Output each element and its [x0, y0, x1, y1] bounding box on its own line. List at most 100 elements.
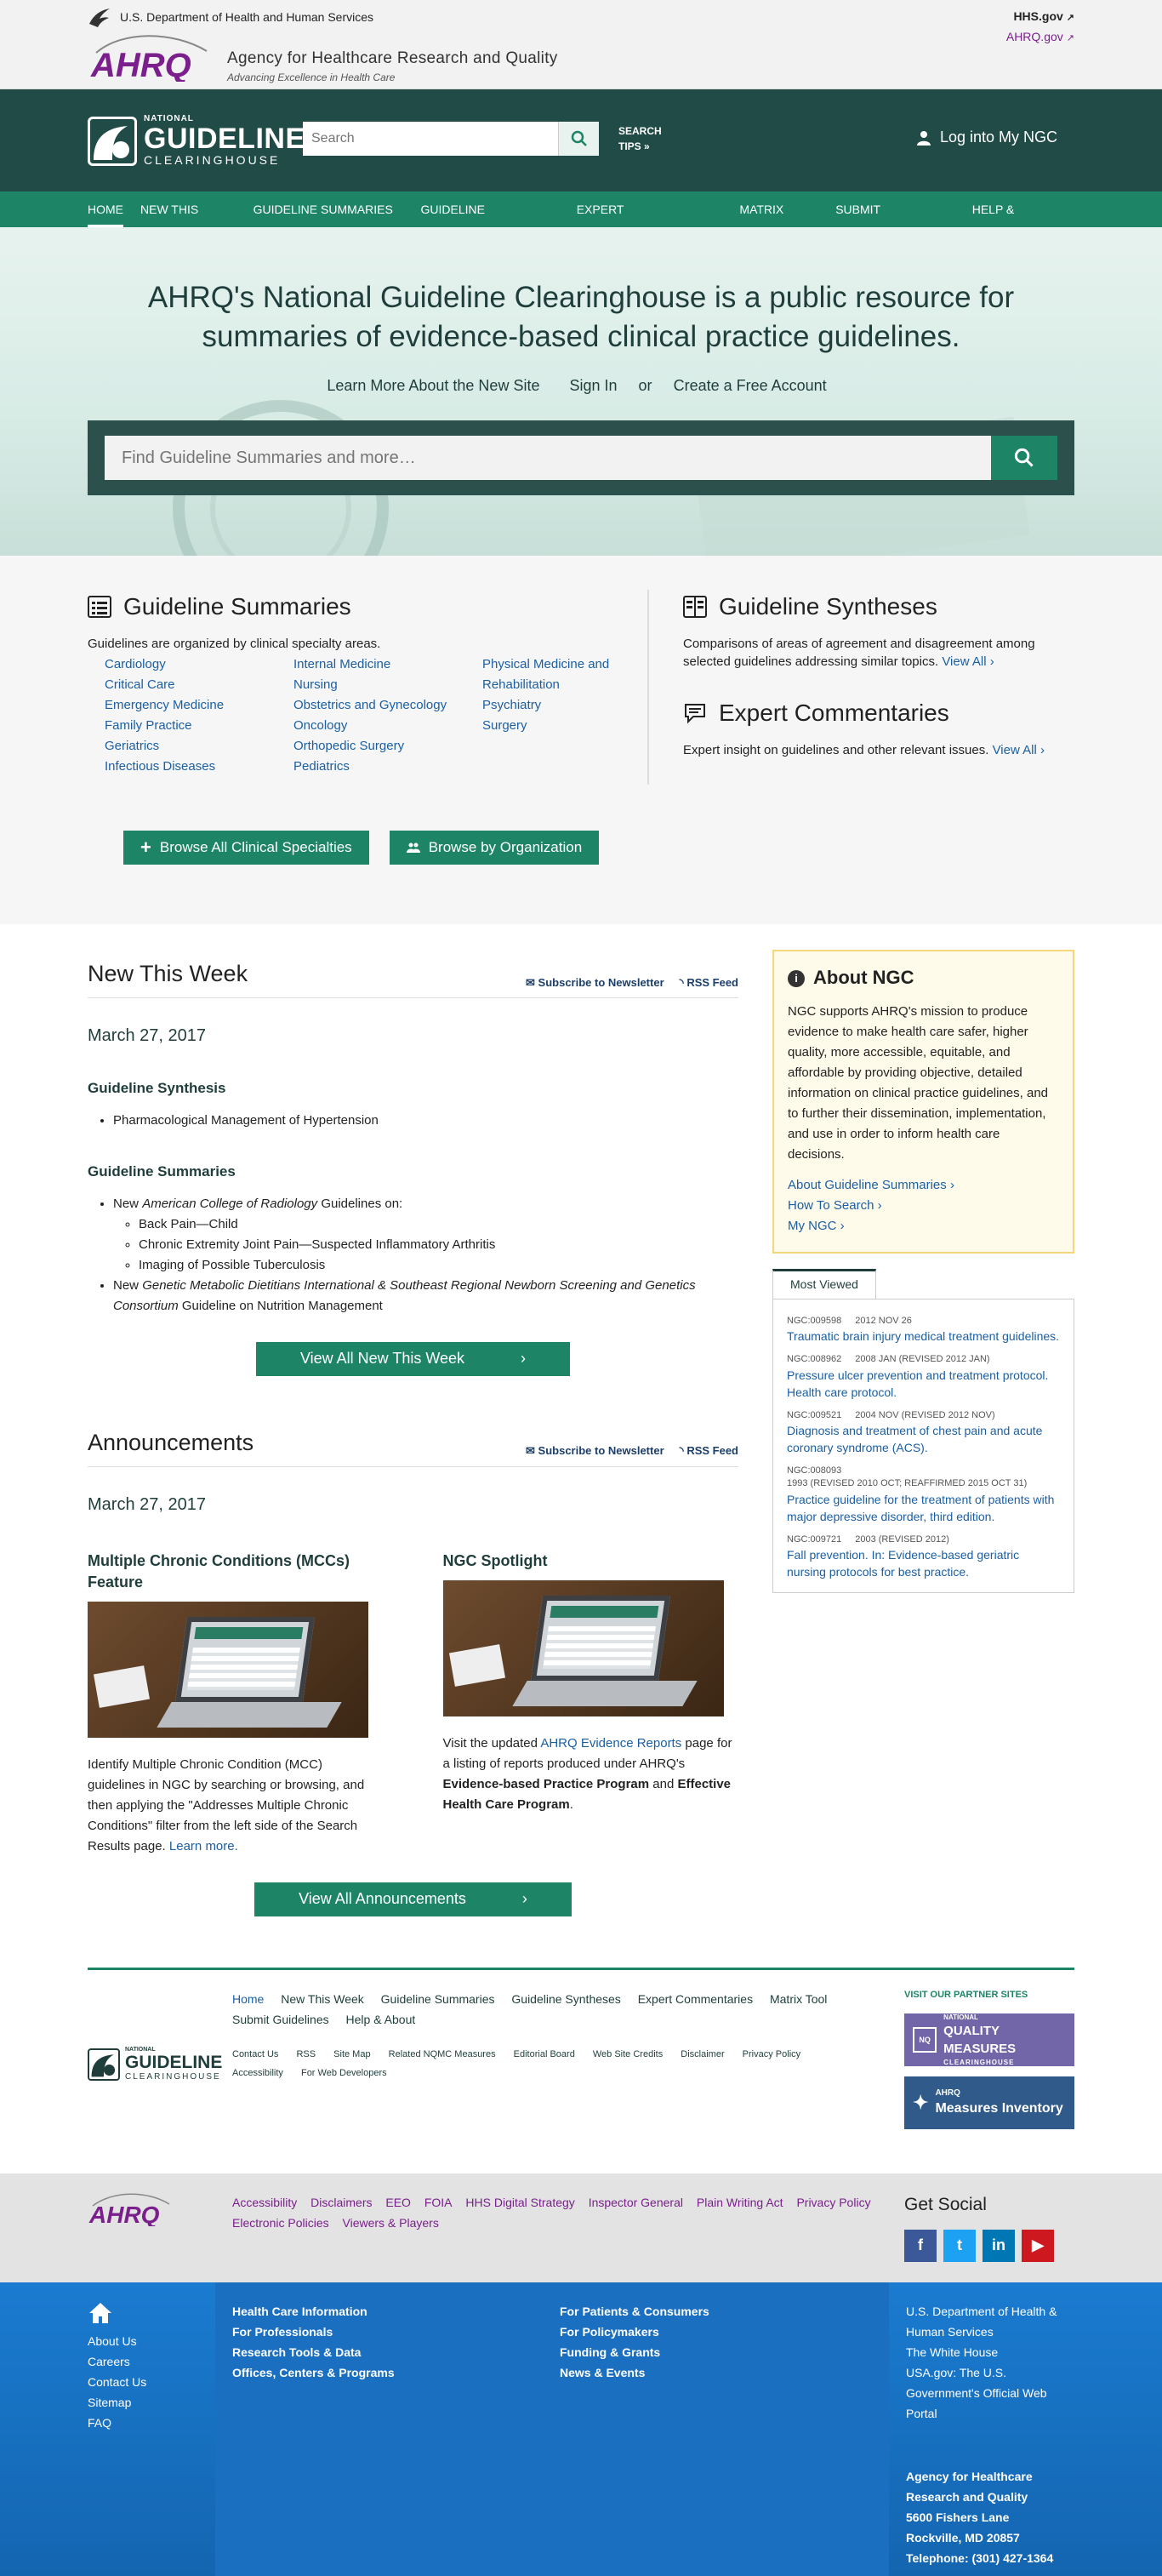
footer-link[interactable]: RSS [296, 2049, 316, 2059]
hhs-dept[interactable]: U.S. Department of Health and Human Serv… [88, 7, 373, 29]
footer-link[interactable]: FOIA [424, 2196, 453, 2209]
nav-submit-guidelines[interactable]: SUBMIT GUIDELINES [835, 191, 954, 252]
footer-link[interactable]: Privacy Policy [796, 2196, 870, 2209]
rss-feed-link[interactable]: ◝ RSS Feed [680, 1443, 738, 1459]
most-viewed-link[interactable]: Traumatic brain injury medical treatment… [787, 1328, 1060, 1345]
rss-feed-link[interactable]: ◝ RSS Feed [680, 975, 738, 991]
nav-new-this-week[interactable]: NEW THIS WEEK [140, 191, 236, 252]
footer-link[interactable]: Accessibility [232, 2196, 297, 2209]
summary-sub-item[interactable]: Back Pain—Child [139, 1214, 738, 1235]
specialty-link[interactable]: Emergency Medicine [105, 695, 293, 716]
footer-link[interactable]: Inspector General [589, 2196, 683, 2209]
footer-link[interactable]: HHS Digital Strategy [465, 2196, 574, 2209]
tab-most-viewed[interactable]: Most Viewed [772, 1269, 876, 1299]
footer-link[interactable]: Disclaimer [681, 2049, 724, 2059]
about-summaries-link[interactable]: About Guideline Summaries › [788, 1175, 1059, 1196]
footer-link[interactable]: Funding & Grants [560, 2342, 887, 2362]
specialty-link[interactable]: Oncology [293, 716, 482, 736]
subscribe-newsletter-link[interactable]: ✉ Subscribe to Newsletter [526, 975, 664, 991]
syntheses-view-all-link[interactable]: View All › [942, 654, 994, 669]
footer-link[interactable]: Health Care Information [232, 2301, 560, 2322]
expert-commentaries-title[interactable]: Expert Commentaries [683, 696, 1074, 729]
footer-link[interactable]: Editorial Board [514, 2049, 575, 2059]
hhs-gov-link[interactable]: HHS.gov ↗ [1006, 7, 1074, 27]
guideline-syntheses-title[interactable]: Guideline Syntheses [683, 590, 1074, 623]
specialty-link[interactable]: Obstetrics and Gynecology [293, 695, 482, 716]
header-search-input[interactable] [303, 122, 558, 156]
nav-expert-commentaries[interactable]: EXPERT COMMENTARIES [577, 191, 723, 252]
footer-link[interactable]: Plain Writing Act [697, 2196, 783, 2209]
how-to-search-link[interactable]: How To Search › [788, 1196, 1059, 1216]
footer-nav-link[interactable]: Guideline Summaries [381, 1992, 495, 2006]
footer-link[interactable]: For Policymakers [560, 2322, 887, 2342]
footer-link[interactable]: Careers [88, 2351, 215, 2372]
footer-nav-link[interactable]: New This Week [281, 1992, 364, 2006]
facebook-icon[interactable]: f [904, 2229, 937, 2262]
footer-link[interactable]: Site Map [333, 2049, 370, 2059]
subscribe-newsletter-link[interactable]: ✉ Subscribe to Newsletter [526, 1443, 664, 1459]
browse-organization-button[interactable]: Browse by Organization [389, 831, 600, 865]
specialty-link[interactable]: Internal Medicine [293, 654, 482, 675]
footer-link[interactable]: EEO [385, 2196, 411, 2209]
footer-link[interactable]: About Us [88, 2331, 215, 2351]
nav-help-about[interactable]: HELP & ABOUT [972, 191, 1057, 252]
footer-link[interactable]: Privacy Policy [743, 2049, 800, 2059]
most-viewed-link[interactable]: Practice guideline for the treatment of … [787, 1491, 1060, 1525]
footer-link[interactable]: Contact Us [232, 2049, 278, 2059]
nav-guideline-summaries[interactable]: GUIDELINE SUMMARIES ▼ [253, 191, 404, 252]
browse-specialties-button[interactable]: + Browse All Clinical Specialties [123, 831, 369, 865]
synthesis-item[interactable]: Pharmacological Management of Hypertensi… [113, 1111, 738, 1131]
footer-ahrq-logo[interactable]: AHRQ [88, 2192, 232, 2261]
footer-nav-link[interactable]: Expert Commentaries [638, 1992, 753, 2006]
specialty-link[interactable]: Physical Medicine and Rehabilitation [482, 654, 635, 695]
search-tips-link[interactable]: SEARCH TIPS » [618, 123, 662, 154]
specialty-link[interactable]: Psychiatry [482, 695, 671, 716]
footer-link[interactable]: For Patients & Consumers [560, 2301, 887, 2322]
footer-nav-link[interactable]: Matrix Tool [770, 1992, 827, 2006]
footer-link[interactable]: USA.gov: The U.S. Government's Official … [906, 2362, 1074, 2424]
specialty-link[interactable]: Orthopedic Surgery [293, 736, 482, 757]
ahrq-logo[interactable]: AHRQ Agency for Healthcare Research and … [88, 34, 558, 84]
ngc-logo[interactable]: NATIONAL GUIDELINE CLEARINGHOUSE [88, 113, 305, 169]
footer-link[interactable]: For Web Developers [301, 2068, 387, 2078]
learn-more-link[interactable]: Learn more. [169, 1839, 238, 1853]
footer-nav-link[interactable]: Guideline Syntheses [511, 1992, 620, 2006]
footer-link[interactable]: Research Tools & Data [232, 2342, 560, 2362]
hero-search-button[interactable] [991, 436, 1057, 481]
footer-link[interactable]: News & Events [560, 2362, 887, 2383]
twitter-icon[interactable]: t [943, 2229, 976, 2262]
footer-link[interactable]: Electronic Policies [232, 2216, 329, 2230]
ahrq-gov-link[interactable]: AHRQ.gov ↗ [1006, 27, 1074, 48]
login-link[interactable]: Log into My NGC [916, 127, 1057, 148]
footer-link[interactable]: Accessibility [232, 2068, 283, 2078]
view-all-announcements-button[interactable]: View All Announcements › [254, 1882, 572, 1916]
specialty-link[interactable]: Pediatrics [293, 757, 482, 777]
footer-nav-link[interactable]: Help & About [346, 2013, 416, 2026]
footer-link[interactable]: The White House [906, 2342, 1074, 2362]
nav-guideline-syntheses[interactable]: GUIDELINE SYNTHESES [421, 191, 560, 252]
footer-link[interactable]: Sitemap [88, 2392, 215, 2413]
announcement-title[interactable]: Multiple Chronic Conditions (MCCs) Featu… [88, 1551, 384, 1593]
my-ngc-link[interactable]: My NGC › [788, 1216, 1059, 1237]
footer-link[interactable]: Web Site Credits [593, 2049, 663, 2059]
create-account-link[interactable]: Create a Free Account [674, 377, 827, 394]
footer-link[interactable]: Offices, Centers & Programs [232, 2362, 560, 2383]
footer-link[interactable]: For Professionals [232, 2322, 560, 2342]
footer-link[interactable]: Contact Us [88, 2372, 215, 2392]
most-viewed-link[interactable]: Pressure ulcer prevention and treatment … [787, 1367, 1060, 1401]
youtube-icon[interactable]: ▶ [1022, 2229, 1054, 2262]
footer-link[interactable]: Disclaimers [310, 2196, 372, 2209]
specialty-link[interactable]: Family Practice [105, 716, 293, 736]
header-search-button[interactable] [558, 122, 599, 156]
nav-home[interactable]: HOME [88, 191, 123, 227]
footer-link[interactable]: U.S. Department of Health & Human Servic… [906, 2301, 1074, 2342]
view-all-new-button[interactable]: View All New This Week › [255, 1341, 571, 1376]
evidence-reports-link[interactable]: AHRQ Evidence Reports [540, 1736, 681, 1751]
sign-in-link[interactable]: Sign In [569, 377, 617, 394]
nqmc-partner-link[interactable]: NQ NATIONAL QUALITY MEASURES CLEARINGHOUSE [904, 2013, 1074, 2067]
most-viewed-link[interactable]: Diagnosis and treatment of chest pain an… [787, 1422, 1060, 1456]
learn-more-link[interactable]: Learn More About the New Site [327, 377, 539, 394]
most-viewed-link[interactable]: Fall prevention. In: Evidence-based geri… [787, 1546, 1060, 1580]
specialty-link[interactable]: Geriatrics [105, 736, 293, 757]
announcement-title[interactable]: NGC Spotlight [443, 1551, 739, 1572]
